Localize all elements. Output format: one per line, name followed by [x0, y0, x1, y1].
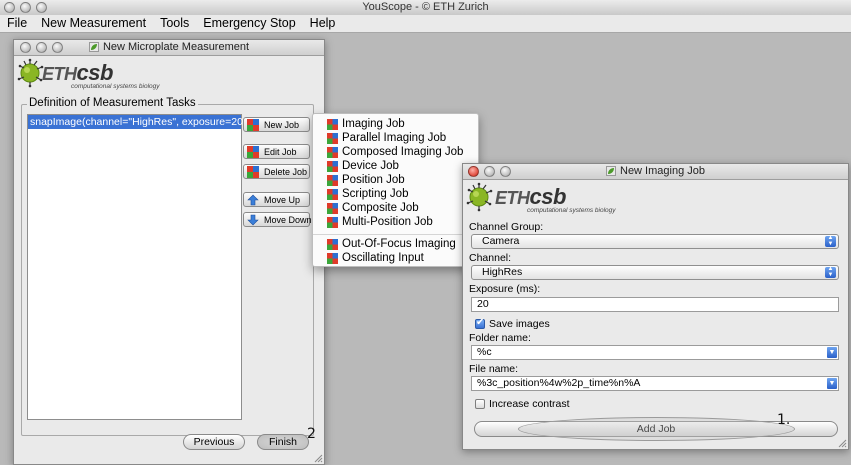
- measurement-tasks-label: Definition of Measurement Tasks: [27, 97, 198, 109]
- menu-item-multi-position-job[interactable]: Multi-Position Job: [327, 215, 433, 229]
- task-list-item[interactable]: snapImage(channel="HighRes", exposure=20…: [28, 115, 260, 129]
- menu-bar: File New Measurement Tools Emergency Sto…: [0, 15, 851, 33]
- menu-item-oscillating-input[interactable]: Oscillating Input: [327, 251, 424, 265]
- job-cubes-icon: [327, 252, 338, 264]
- logo-eth-text: ETH: [495, 188, 530, 208]
- resize-grip-icon[interactable]: [313, 453, 323, 463]
- save-images-checkbox[interactable]: [475, 317, 485, 329]
- menu-separator: [313, 234, 478, 235]
- increase-contrast-checkbox[interactable]: [475, 399, 485, 409]
- exposure-input[interactable]: 20: [471, 297, 839, 312]
- menu-tools[interactable]: Tools: [153, 15, 196, 32]
- imaging-job-window: New Imaging Job ETHcsb computational sys…: [462, 163, 849, 450]
- step-annotation-2: 2: [307, 426, 316, 442]
- channel-select[interactable]: HighRes ▲ ▼: [471, 265, 839, 280]
- youscope-leaf-icon: [88, 42, 99, 52]
- file-name-label: File name:: [469, 363, 519, 375]
- menu-item-parallel-imaging-job[interactable]: Parallel Imaging Job: [327, 131, 446, 145]
- window-title: New Microplate Measurement: [102, 41, 250, 53]
- arrow-down-icon: [247, 214, 259, 225]
- app-title: YouScope - © ETH Zurich: [362, 1, 489, 13]
- logo-tagline: computational systems biology: [527, 207, 616, 214]
- new-job-button[interactable]: New Job: [243, 117, 310, 132]
- channel-group-select[interactable]: Camera ▲ ▼: [471, 234, 839, 249]
- menu-item-composite-job[interactable]: Composite Job: [327, 201, 419, 215]
- menu-new-measurement[interactable]: New Measurement: [34, 15, 153, 32]
- microplate-window-titlebar: New Microplate Measurement: [14, 40, 324, 56]
- resize-grip-icon[interactable]: [837, 438, 847, 448]
- ethcsb-logo: ETHcsb computational systems biology: [465, 181, 625, 217]
- menu-item-position-job[interactable]: Position Job: [327, 173, 405, 187]
- menu-emergency-stop[interactable]: Emergency Stop: [196, 15, 302, 32]
- move-up-button[interactable]: Move Up: [243, 192, 310, 207]
- logo-csb-text: csb: [76, 60, 114, 85]
- menu-item-out-of-focus-imaging[interactable]: Out-Of-Focus Imaging: [327, 237, 456, 251]
- job-cubes-icon: [327, 188, 338, 200]
- select-arrows-icon: ▲ ▼: [825, 266, 836, 278]
- job-cubes-icon: [247, 165, 259, 178]
- task-list[interactable]: snapImage(channel="HighRes", exposure=20…: [27, 114, 260, 420]
- add-job-highlight: [518, 417, 795, 441]
- logo-tagline: computational systems biology: [71, 83, 160, 90]
- microplate-measurement-window: New Microplate Measurement ETHcsb comput…: [13, 39, 325, 465]
- save-images-label: Save images: [489, 318, 550, 330]
- job-cubes-icon: [327, 132, 338, 144]
- logo-csb-text: csb: [529, 184, 567, 209]
- dropdown-arrow-icon[interactable]: ▼: [827, 347, 837, 358]
- increase-contrast-label: Increase contrast: [489, 398, 570, 410]
- job-cubes-icon: [247, 118, 259, 131]
- job-cubes-icon: [327, 216, 338, 228]
- window-title: New Imaging Job: [620, 165, 705, 177]
- folder-name-input[interactable]: %c ▼: [471, 345, 839, 360]
- logo-eth-text: ETH: [42, 64, 77, 84]
- channel-label: Channel:: [469, 252, 512, 264]
- exposure-label: Exposure (ms):: [469, 283, 541, 295]
- step-annotation-1: 1.: [777, 412, 791, 428]
- job-cubes-icon: [327, 174, 338, 186]
- finish-button[interactable]: Finish: [257, 434, 309, 450]
- job-cubes-icon: [327, 238, 338, 250]
- job-cubes-icon: [327, 202, 338, 214]
- imaging-window-titlebar: New Imaging Job: [463, 164, 848, 180]
- folder-name-label: Folder name:: [469, 332, 531, 344]
- edit-job-button[interactable]: Edit Job: [243, 144, 310, 159]
- menu-item-device-job[interactable]: Device Job: [327, 159, 399, 173]
- ethcsb-logo: ETHcsb computational systems biology: [16, 57, 160, 93]
- delete-job-button[interactable]: Delete Job: [243, 164, 310, 179]
- new-job-popup-menu: Imaging Job Parallel Imaging Job Compose…: [312, 113, 479, 267]
- file-name-input[interactable]: %3c_position%4w%2p_time%n%A ▼: [471, 376, 839, 391]
- job-cubes-icon: [327, 118, 338, 130]
- app-titlebar: YouScope - © ETH Zurich: [0, 0, 851, 16]
- menu-item-scripting-job[interactable]: Scripting Job: [327, 187, 408, 201]
- job-cubes-icon: [327, 160, 338, 172]
- logo-emblem-icon: [466, 182, 493, 212]
- menu-item-composed-imaging-job[interactable]: Composed Imaging Job: [327, 145, 463, 159]
- select-arrows-icon: ▲ ▼: [825, 235, 836, 247]
- previous-button[interactable]: Previous: [183, 434, 245, 450]
- job-cubes-icon: [247, 145, 259, 158]
- menu-file[interactable]: File: [0, 15, 34, 32]
- menu-help[interactable]: Help: [303, 15, 343, 32]
- job-cubes-icon: [327, 146, 338, 158]
- move-down-button[interactable]: Move Down: [243, 212, 312, 227]
- arrow-up-icon: [247, 194, 259, 205]
- channel-group-label: Channel Group:: [469, 221, 544, 233]
- youscope-leaf-icon: [606, 166, 616, 176]
- menu-item-imaging-job[interactable]: Imaging Job: [327, 117, 405, 131]
- dropdown-arrow-icon[interactable]: ▼: [827, 378, 837, 389]
